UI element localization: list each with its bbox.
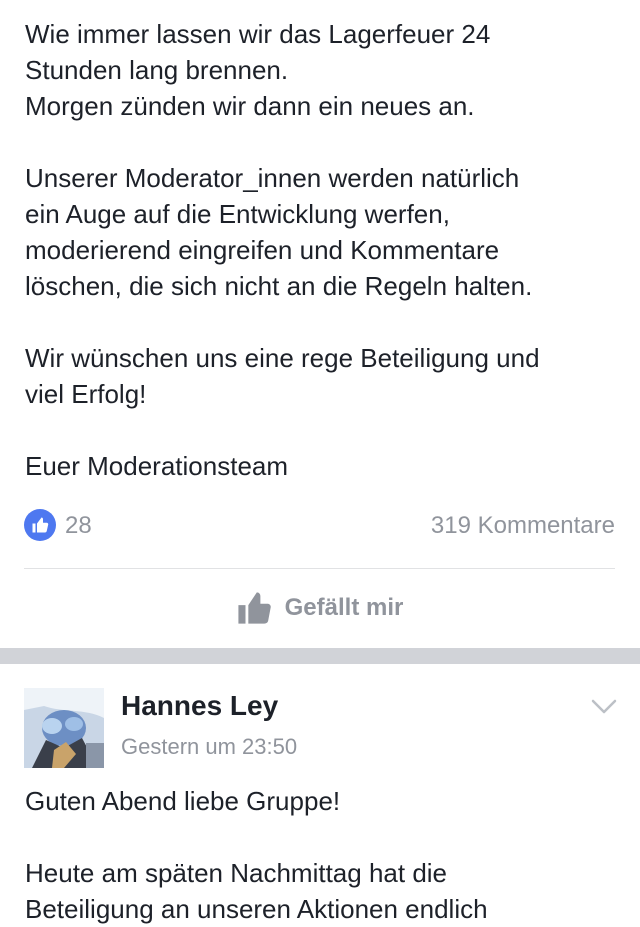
thumbs-up-icon	[238, 592, 271, 624]
post-stats: 28 319 Kommentare	[24, 509, 615, 541]
post-text: Wie immer lassen wir das Lagerfeuer 24 S…	[25, 19, 540, 481]
avatar-photo	[24, 688, 104, 768]
chevron-down-icon[interactable]	[591, 699, 617, 715]
comments-count[interactable]: 319 Kommentare	[431, 512, 615, 540]
like-reaction-icon[interactable]	[24, 509, 56, 541]
like-button[interactable]: Gefällt mir	[0, 588, 640, 628]
post-timestamp[interactable]: Gestern um 23:50	[121, 734, 297, 760]
like-button-label: Gefällt mir	[284, 594, 404, 621]
post-separator	[0, 648, 640, 664]
avatar[interactable]	[24, 688, 104, 768]
post-author[interactable]: Hannes Ley	[121, 690, 278, 722]
divider	[24, 568, 615, 569]
post-text: Guten Abend liebe Gruppe! Heute am späte…	[25, 786, 488, 924]
like-count[interactable]: 28	[65, 512, 92, 540]
thumbs-up-icon	[32, 517, 49, 533]
